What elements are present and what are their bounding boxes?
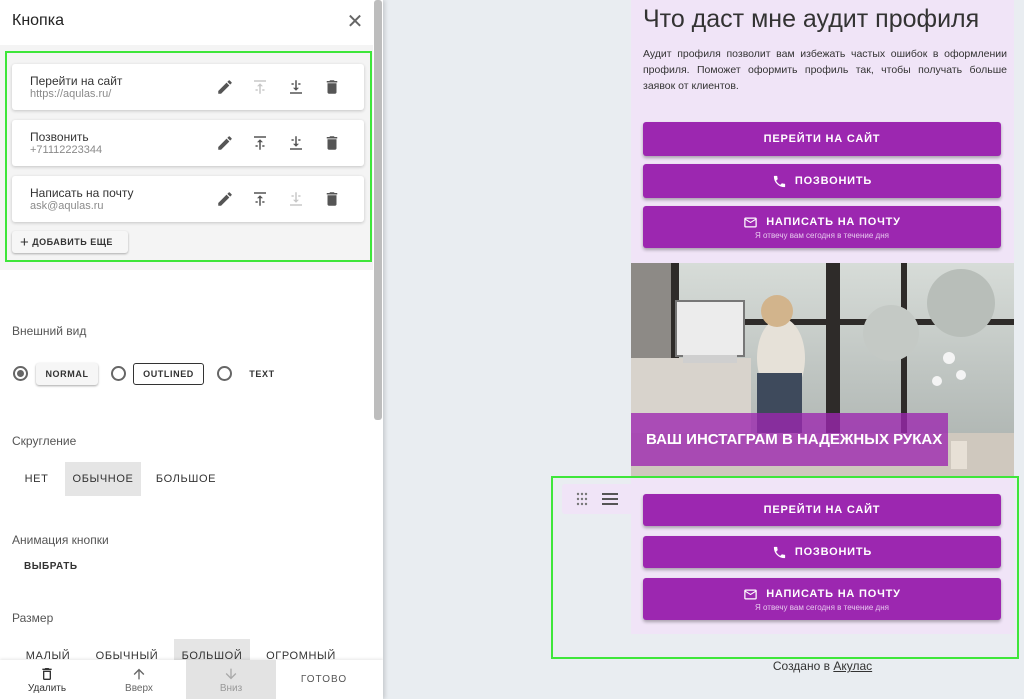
animation-label: Анимация кнопки: [12, 533, 109, 547]
arrow-up-icon: [133, 668, 145, 679]
move-up-button[interactable]: Вверх: [104, 660, 174, 699]
move-down-label: Вниз: [219, 682, 243, 694]
appearance-option-text[interactable]: TEXT: [240, 363, 284, 385]
footer: Создано в Акулас: [631, 659, 1014, 673]
size-label: Размер: [12, 611, 54, 625]
rounding-label: Скругление: [12, 434, 77, 448]
footer-link[interactable]: Акулас: [833, 659, 872, 673]
preview-site-label: ПЕРЕЙТИ НА САЙТ: [763, 133, 881, 145]
footer-prefix: Создано в: [772, 659, 834, 673]
preview-text: Аудит профиля позволит вам избежать част…: [643, 48, 1007, 92]
arrow-down-icon: [225, 668, 237, 679]
panel-header: Кнопка ✕: [0, 0, 383, 45]
choose-animation-button[interactable]: ВЫБРАТЬ: [24, 561, 78, 572]
preview-call-label: ПОЗВОНИТЬ: [794, 175, 873, 187]
rounding-option-normal[interactable]: ОБЫЧНОЕ: [65, 462, 141, 496]
panel-title: Кнопка: [12, 12, 64, 29]
appearance-label: Внешний вид: [12, 324, 87, 338]
preview-site-button[interactable]: ПЕРЕЙТИ НА САЙТ: [643, 122, 1001, 156]
move-down-button: Вниз: [186, 660, 276, 699]
appearance-option-outlined[interactable]: OUTLINED: [133, 363, 204, 385]
selected-block-outline: [551, 476, 1019, 659]
panel-scrollbar[interactable]: [374, 0, 382, 420]
button-settings-panel: Кнопка ✕ Перейти на сайт https://aqulas.…: [0, 0, 383, 699]
rounding-option-large[interactable]: БОЛЬШОЕ: [147, 462, 225, 496]
trash-icon: [42, 667, 52, 680]
selection-highlight: [5, 51, 372, 262]
close-icon[interactable]: ✕: [344, 12, 366, 34]
preview-mail-sublabel: Я отвечу вам сегодня в течение дня: [755, 230, 889, 240]
move-up-label: Вверх: [125, 682, 153, 694]
bottom-toolbar: Удалить Вверх Вниз ГОТОВО: [0, 660, 383, 699]
delete-label: Удалить: [27, 682, 67, 694]
preview-call-button[interactable]: ПОЗВОНИТЬ: [643, 164, 1001, 198]
phone-icon: [773, 175, 785, 187]
appearance-option-normal[interactable]: NORMAL: [36, 363, 98, 385]
radio-outlined[interactable]: [111, 366, 126, 381]
done-button[interactable]: ГОТОВО: [286, 660, 362, 699]
radio-text[interactable]: [217, 366, 232, 381]
mail-icon: [744, 217, 757, 227]
delete-button[interactable]: Удалить: [14, 660, 80, 699]
radio-normal[interactable]: [13, 366, 28, 381]
preview-heading: Что даст мне аудит профиля: [643, 5, 980, 33]
hero-photo: ВАШ ИНСТАГРАМ В НАДЕЖНЫХ РУКАХ: [631, 263, 1014, 478]
preview-mail-button[interactable]: НАПИСАТЬ НА ПОЧТУ Я отвечу вам сегодня в…: [643, 206, 1001, 248]
photo-caption: ВАШ ИНСТАГРАМ В НАДЕЖНЫХ РУКАХ: [631, 413, 948, 466]
preview-mail-label: НАПИСАТЬ НА ПОЧТУ: [766, 216, 901, 228]
rounding-option-none[interactable]: НЕТ: [14, 462, 59, 496]
